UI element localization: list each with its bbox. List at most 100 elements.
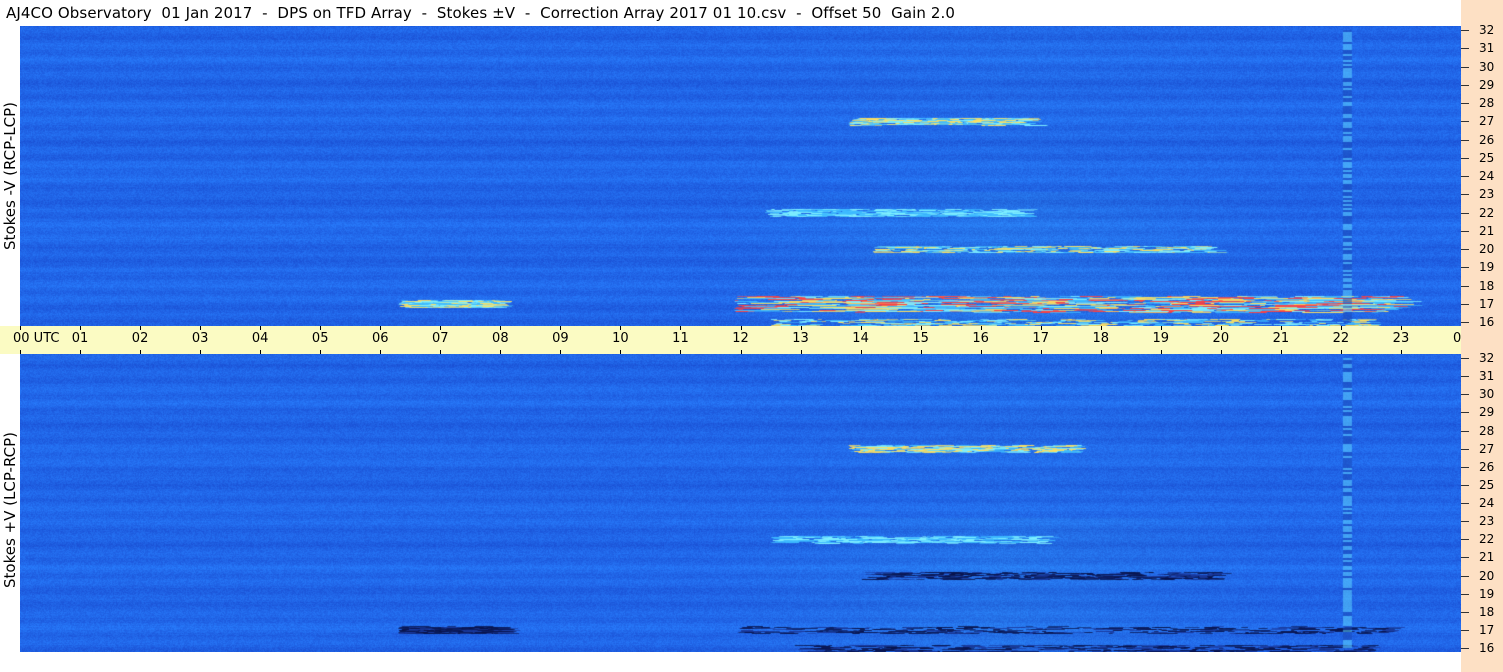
freq-tick-label: 27 (1479, 442, 1495, 456)
time-axis: 00 UTC 01 02 03 04 05 06 07 08 09 10 11 12 13 14 15 16 17… (0, 326, 1503, 354)
time-tick-label: 12 (732, 331, 749, 346)
freq-tick-mark (1461, 158, 1469, 159)
spectrogram-bottom-panel (20, 354, 1461, 652)
time-tick-mark (861, 326, 862, 330)
freq-tick-mark (1461, 376, 1469, 377)
time-tick-mark (620, 326, 621, 330)
freq-tick-label: 29 (1479, 78, 1495, 92)
freq-tick-label: 21 (1479, 224, 1495, 238)
freq-tick-label: 23 (1479, 187, 1495, 201)
freq-tick-label: 26 (1479, 133, 1495, 147)
freq-tick-mark (1461, 412, 1469, 413)
freq-tick-mark (1461, 176, 1469, 177)
freq-tick-mark (1461, 557, 1469, 558)
freq-tick-mark (1461, 358, 1469, 359)
freq-tick-label: 18 (1479, 605, 1495, 619)
time-tick-mark (921, 326, 922, 330)
freq-tick-label: 32 (1479, 23, 1495, 37)
freq-tick-label: 16 (1479, 641, 1495, 655)
freq-tick-mark (1461, 48, 1469, 49)
time-tick-label: 03 (191, 331, 209, 346)
time-tick-mark (80, 326, 81, 330)
freq-tick-label: 24 (1479, 496, 1495, 510)
time-tick-label: 01 (71, 331, 89, 346)
time-tick-mark (1161, 326, 1162, 330)
time-tick-label: 13 (792, 331, 809, 346)
time-tick-mark (20, 326, 21, 330)
time-tick-label: 22 (1332, 331, 1350, 346)
time-tick-mark (1221, 326, 1222, 330)
time-tick-mark (1401, 326, 1402, 330)
freq-tick-mark (1461, 121, 1469, 122)
freq-tick-label: 30 (1479, 60, 1495, 74)
time-tick-label: 05 (311, 331, 329, 346)
freq-tick-label: 21 (1479, 550, 1495, 564)
freq-tick-label: 25 (1479, 478, 1495, 492)
time-tick-label: 10 (612, 331, 629, 346)
freq-tick-mark (1461, 467, 1469, 468)
spectrogram-top-canvas (20, 26, 1461, 326)
freq-tick-mark (1461, 485, 1469, 486)
time-tick-mark (560, 326, 561, 330)
freq-tick-label: 20 (1479, 569, 1495, 583)
time-tick-label: 16 (972, 331, 989, 346)
freq-tick-mark (1461, 267, 1469, 268)
freq-tick-label: 16 (1479, 315, 1495, 329)
freq-tick-mark (1461, 503, 1469, 504)
time-tick-label: 18 (1092, 331, 1110, 346)
freq-tick-label: 31 (1479, 369, 1495, 383)
time-tick-mark (801, 326, 802, 330)
freq-tick-label: 23 (1479, 514, 1495, 528)
freq-tick-label: 26 (1479, 460, 1495, 474)
freq-tick-label: 17 (1479, 297, 1495, 311)
freq-tick-mark (1461, 194, 1469, 195)
time-tick-label: 08 (492, 331, 509, 346)
time-tick-mark (200, 326, 201, 330)
time-tick-label: 14 (852, 331, 869, 346)
time-tick-mark (1041, 326, 1042, 330)
freq-tick-label: 20 (1479, 242, 1495, 256)
freq-tick-mark (1461, 576, 1469, 577)
spectrogram-top-panel (20, 26, 1461, 326)
time-tick-mark (380, 326, 381, 330)
freq-tick-mark (1461, 594, 1469, 595)
freq-tick-mark (1461, 539, 1469, 540)
time-tick-mark (260, 326, 261, 330)
chart-title: AJ4CO Observatory 01 Jan 2017 - DPS on T… (6, 4, 956, 22)
time-tick-mark (1101, 326, 1102, 330)
freq-tick-mark (1461, 521, 1469, 522)
freq-tick-label: 29 (1479, 405, 1495, 419)
y-axis-label-bottom: Stokes +V (LCP-RCP) (1, 432, 19, 588)
time-tick-label: 02 (131, 331, 149, 346)
freq-tick-label: 22 (1479, 206, 1495, 220)
time-tick-label: 09 (552, 331, 569, 346)
freq-tick-label: 17 (1479, 623, 1495, 637)
freq-tick-mark (1461, 213, 1469, 214)
freq-tick-mark (1461, 304, 1469, 305)
freq-tick-label: 19 (1479, 260, 1495, 274)
time-tick-mark (320, 326, 321, 330)
time-tick-mark (981, 326, 982, 330)
freq-tick-mark (1461, 630, 1469, 631)
freq-tick-mark (1461, 103, 1469, 104)
freq-tick-mark (1461, 249, 1469, 250)
freq-tick-mark (1461, 231, 1469, 232)
time-tick-label: 23 (1392, 331, 1410, 346)
freq-tick-label: 24 (1479, 169, 1495, 183)
frequency-axis: 32 31 30 29 28 27 26 25 24 23 22 21 20 19 18 17 16 32 31 30… (1461, 0, 1503, 672)
time-tick-mark (440, 326, 441, 330)
time-tick-mark (680, 326, 681, 330)
freq-tick-mark (1461, 67, 1469, 68)
freq-tick-label: 25 (1479, 151, 1495, 165)
time-tick-label: 20 (1212, 331, 1230, 346)
freq-tick-label: 18 (1479, 279, 1495, 293)
freq-tick-label: 30 (1479, 387, 1495, 401)
time-tick-mark (1281, 326, 1282, 330)
freq-tick-mark (1461, 286, 1469, 287)
time-tick-mark (140, 326, 141, 330)
time-tick-label: 17 (1032, 331, 1049, 346)
freq-tick-mark (1461, 140, 1469, 141)
time-tick-label: 00 UTC (13, 331, 60, 346)
time-tick-label: 07 (432, 331, 449, 346)
time-tick-mark (741, 326, 742, 330)
